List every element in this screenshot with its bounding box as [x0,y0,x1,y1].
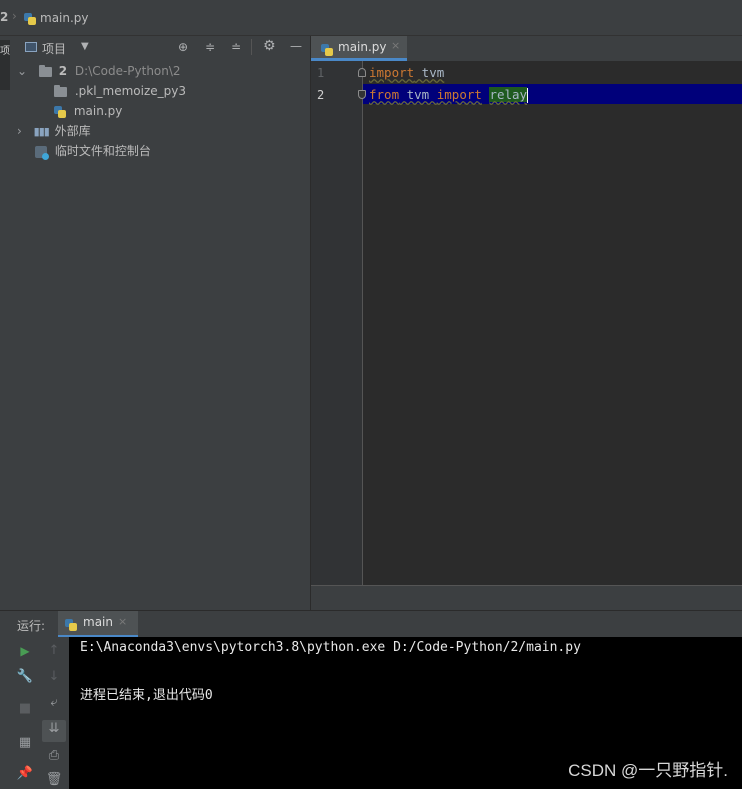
gear-icon[interactable]: ⚙ [263,39,276,53]
console-line: 进程已结束,退出代码0 [80,688,213,703]
arrow-down-icon[interactable]: ↓ [45,668,63,686]
wrench-icon[interactable]: 🔧 [16,668,34,686]
code-editor[interactable] [311,61,742,585]
tree-item-label: .pkl_memoize_py3 [74,84,187,98]
close-icon[interactable]: × [391,39,400,52]
run-tab-label: main [83,615,113,629]
folder-icon [54,84,67,97]
tree-item-label: 2 [58,64,68,78]
chevron-right-icon[interactable]: › [17,124,22,138]
editor-bottom-bar [311,585,742,610]
tree-item-label: main.py [73,104,123,118]
breadcrumb: 2 › main.py [0,0,742,36]
stop-icon[interactable]: ■ [16,700,34,718]
keyword-token: import [369,65,415,80]
soft-wrap-icon[interactable]: ⤶ [45,694,63,712]
fold-icon[interactable] [358,68,366,77]
line-number: 2 [317,88,325,102]
close-icon[interactable]: × [118,615,127,628]
collapse-all-icon[interactable]: ≐ [231,40,241,54]
python-file-icon [321,43,333,56]
scratch-icon [35,145,49,160]
tree-item-scratches[interactable]: 临时文件和控制台 [35,141,151,161]
tree-item-external-libraries[interactable]: › ▮▮▮ 外部库 [17,121,91,141]
python-file-icon [65,618,77,631]
tree-item-main-py[interactable]: main.py [54,101,122,121]
run-toolbar: ▶ ↑ 🔧 ↓ ■ ⤶ ⇊ ▦ ⎙ 📌 🗑 [0,637,69,789]
toolbar-divider [251,39,252,55]
library-icon: ▮▮▮ [33,125,50,138]
identifier-token: tvm [414,65,445,80]
tree-item-path: D:\Code-Python\2 [74,64,181,78]
code-line-2[interactable]: from tvm import relay [369,87,529,103]
project-panel: 项目 ▼ ⊕ ≑ ≐ ⚙ — ⌄ 2 D:\Code-Python\2 .pkl… [11,36,311,610]
identifier-token: tvm [399,87,437,102]
expand-all-icon[interactable]: ≑ [205,40,215,54]
project-tool-tab[interactable]: 项 [0,40,10,90]
code-line-1[interactable]: import tvm [369,65,444,80]
identifier-token: relay [489,87,528,102]
tab-label: main.py [338,40,387,54]
watermark: CSDN @一只野指针. [568,761,728,780]
console-line: E:\Anaconda3\envs\pytorch3.8\python.exe … [80,640,581,655]
line-number: 1 [317,66,325,80]
trash-icon[interactable]: 🗑 [45,771,63,789]
tree-item-label: 外部库 [54,124,91,138]
layout-icon[interactable]: ▦ [16,734,34,752]
editor-gutter: 1 2 [311,61,366,585]
fold-icon[interactable] [358,90,366,99]
python-file-icon [24,12,36,25]
project-tool-tab-label: 项 [0,46,10,57]
scroll-to-end-icon[interactable]: ⇊ [42,720,66,742]
breadcrumb-file[interactable]: main.py [40,11,89,25]
project-view-icon [25,42,37,52]
project-panel-title[interactable]: 项目 [42,40,66,57]
chevron-down-icon[interactable]: ⌄ [17,64,27,78]
tree-item-label: 临时文件和控制台 [54,144,151,158]
breadcrumb-separator-icon: › [12,9,17,23]
tree-item-pkl-memoize[interactable]: .pkl_memoize_py3 [54,81,186,101]
minimize-icon[interactable]: — [290,39,302,53]
text-caret [527,88,529,103]
rerun-icon[interactable]: ▶ [16,642,34,660]
folder-icon [38,64,52,77]
tab-main-py[interactable]: main.py × [311,36,407,61]
locate-icon[interactable]: ⊕ [178,40,188,54]
breadcrumb-project[interactable]: 2 [0,10,8,24]
run-panel-label: 运行: [17,619,46,633]
pin-icon[interactable]: 📌 [16,765,34,783]
tree-item-project-root[interactable]: ⌄ 2 D:\Code-Python\2 [17,61,181,81]
chevron-down-icon[interactable]: ▼ [81,41,89,52]
run-tab-main[interactable]: main × [58,611,138,637]
arrow-up-icon[interactable]: ↑ [45,642,63,660]
keyword-token: from [369,87,400,102]
python-file-icon [54,105,66,118]
print-icon[interactable]: ⎙ [45,747,63,765]
keyword-token: import [436,87,482,102]
